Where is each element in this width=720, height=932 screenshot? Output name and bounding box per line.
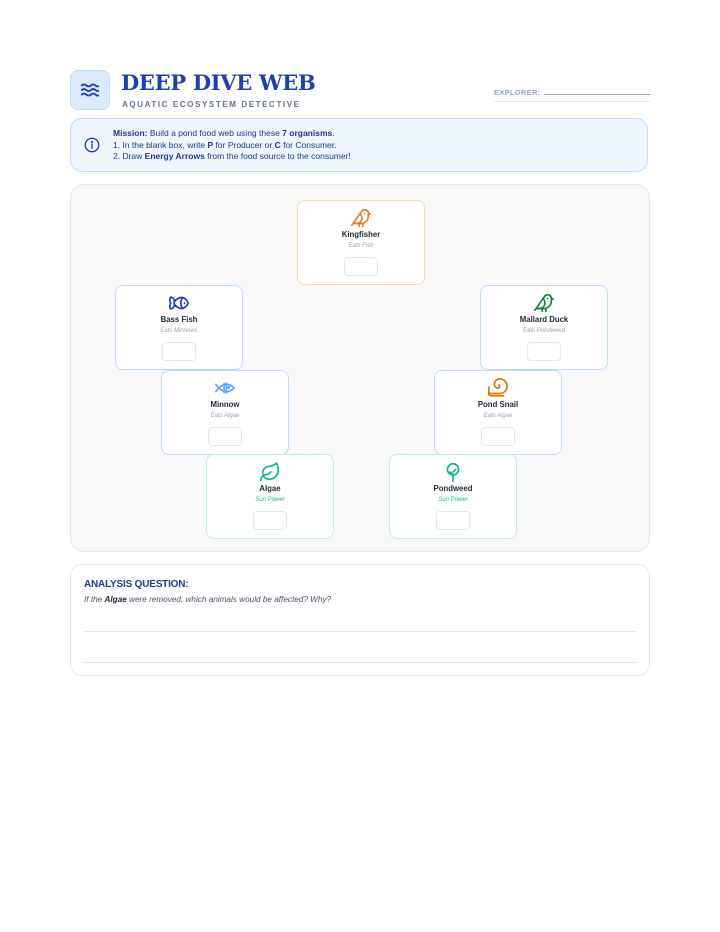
pc-answer-box[interactable]	[253, 511, 287, 530]
mission-label: Mission:	[113, 128, 148, 138]
organism-name: Bass Fish	[160, 315, 198, 324]
bird-icon	[351, 208, 371, 228]
step1-text-d: for Consumer.	[280, 139, 337, 150]
pc-answer-box[interactable]	[481, 427, 515, 446]
question-text-a: If the	[84, 595, 105, 604]
info-icon	[84, 137, 100, 153]
organism-diet: Eats Algae	[483, 413, 513, 419]
mission-step-2: 2. Draw Energy Arrows from the food sour…	[113, 151, 351, 163]
snail-icon	[488, 378, 508, 397]
explorer-field[interactable]: EXPLORER:	[494, 86, 650, 97]
mission-intro-end: .	[332, 128, 335, 138]
organism-name: Pond Snail	[477, 400, 519, 409]
step1-text-a: 1. In the blank box, write	[113, 139, 208, 150]
bird-icon	[534, 293, 554, 313]
answer-line[interactable]	[84, 631, 637, 632]
question-text-c: were removed, which animals would be aff…	[126, 595, 332, 604]
waves-icon	[80, 83, 100, 97]
question-keyword: Algae	[104, 595, 127, 604]
answer-line[interactable]	[84, 662, 637, 663]
plant-icon	[446, 462, 460, 482]
organism-diet: Eats Algae	[210, 413, 240, 419]
mission-instructions: Mission: Build a pond food web using the…	[113, 128, 351, 163]
mission-step-1: 1. In the blank box, write P for Produce…	[113, 140, 351, 152]
organism-card-algae[interactable]: Algae Sun Power	[206, 454, 334, 539]
step2-text-c: from the food source to the consumer!	[204, 151, 351, 161]
pc-answer-box[interactable]	[208, 427, 242, 446]
pc-answer-box[interactable]	[436, 511, 470, 530]
mission-line: Mission: Build a pond food web using the…	[113, 128, 351, 140]
organism-card-kingfisher[interactable]: Kingfisher Eats Fish	[297, 200, 425, 285]
organism-name: Minnow	[210, 400, 240, 409]
organism-diet: Sun Power	[255, 497, 285, 503]
analysis-heading: ANALYSIS QUESTION:	[84, 579, 189, 590]
mission-intro: Build a pond food web using these	[147, 128, 283, 138]
explorer-label: EXPLORER:	[494, 88, 541, 97]
step2-energy-arrows: Energy Arrows	[144, 151, 205, 161]
organism-name: Algae	[259, 484, 281, 493]
organism-diet: Eats Pondweed	[522, 328, 566, 334]
organism-card-minnow[interactable]: Minnow Eats Algae	[161, 370, 289, 455]
organism-diet: Eats Fish	[348, 243, 374, 249]
pc-answer-box[interactable]	[344, 257, 378, 276]
organism-name: Pondweed	[433, 484, 473, 493]
step1-text-b: for Producer or	[213, 139, 275, 150]
organism-diet: Eats Minnows	[160, 328, 198, 334]
worksheet-page: DEEP DIVE WEB AQUATIC ECOSYSTEM DETECTIV…	[0, 0, 720, 932]
small-fish-icon	[215, 382, 235, 394]
organism-count: 7 organisms	[282, 128, 333, 138]
logo-badge	[70, 70, 110, 110]
leaf-icon	[260, 462, 280, 482]
organism-card-mallard-duck[interactable]: Mallard Duck Eats Pondweed	[480, 285, 608, 370]
fish-icon	[169, 296, 189, 310]
step2-text-a: 2. Draw	[113, 151, 145, 161]
pc-answer-box[interactable]	[162, 342, 196, 361]
organism-name: Mallard Duck	[519, 315, 569, 324]
organism-name: Kingfisher	[341, 230, 381, 239]
analysis-section: ANALYSIS QUESTION: If the Algae were rem…	[70, 564, 650, 676]
pc-answer-box[interactable]	[527, 342, 561, 361]
page-subtitle: AQUATIC ECOSYSTEM DETECTIVE	[122, 100, 301, 109]
organism-card-pondweed[interactable]: Pondweed Sun Power	[389, 454, 517, 539]
header-divider	[494, 101, 650, 102]
explorer-blank-line[interactable]	[544, 86, 650, 95]
mission-box: Mission: Build a pond food web using the…	[70, 118, 648, 172]
page-title: DEEP DIVE WEB	[121, 70, 316, 95]
organism-diet: Sun Power	[438, 497, 468, 503]
analysis-question: If the Algae were removed, which animals…	[84, 595, 331, 604]
organism-card-pond-snail[interactable]: Pond Snail Eats Algae	[434, 370, 562, 455]
food-web-area[interactable]: Kingfisher Eats Fish Bass Fish Eats Minn…	[70, 184, 650, 552]
organism-card-bass-fish[interactable]: Bass Fish Eats Minnows	[115, 285, 243, 370]
